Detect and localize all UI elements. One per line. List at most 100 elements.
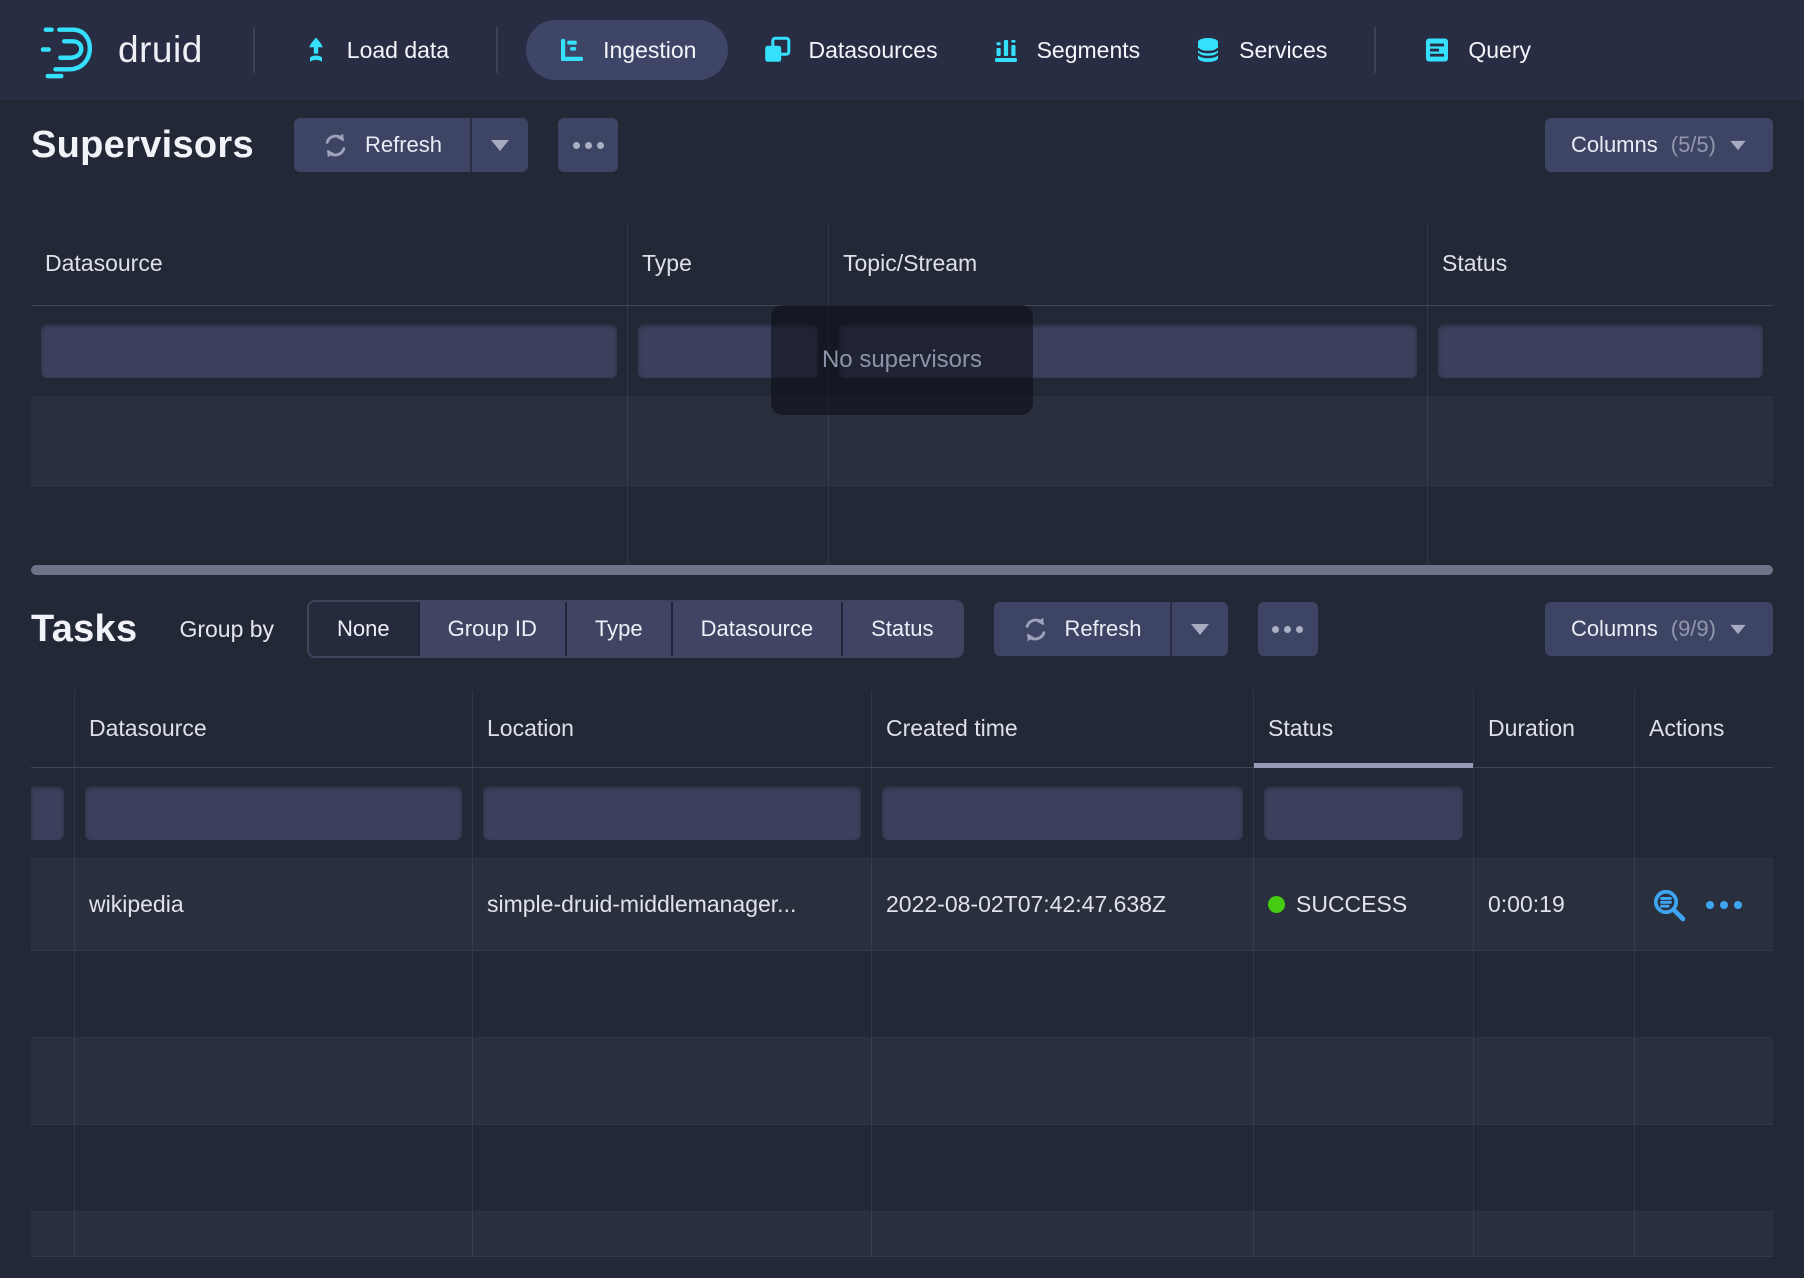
supervisors-refresh-button[interactable]: Refresh (294, 118, 470, 172)
status-cell: SUCCESS (1253, 859, 1473, 950)
nav-item-label: Query (1468, 37, 1531, 64)
tasks-table: Datasource Location Created time Status … (31, 690, 1773, 1257)
tasks-header-row: Datasource Location Created time Status … (31, 690, 1773, 768)
group-by-none-button[interactable]: None (309, 602, 418, 656)
filter-datasource-input[interactable] (85, 786, 462, 840)
supervisors-header-bar: Supervisors Refresh Columns (31, 116, 1773, 174)
refresh-icon (1022, 616, 1049, 643)
actions-cell (1634, 859, 1773, 950)
column-header-status[interactable]: Status (1253, 690, 1473, 767)
nav-item-ingestion[interactable]: Ingestion (526, 20, 728, 80)
filter-created-time-input[interactable] (882, 786, 1243, 840)
row-more-actions-icon[interactable] (1706, 901, 1742, 909)
nav-divider (1374, 27, 1376, 73)
supervisors-columns-button[interactable]: Columns (5/5) (1545, 118, 1773, 172)
location-cell: simple-druid-middlemanager... (472, 859, 871, 950)
column-header-created-time[interactable]: Created time (871, 690, 1253, 767)
datasources-icon (763, 36, 791, 64)
group-by-label: Group by (179, 616, 274, 643)
created-time-cell: 2022-08-02T07:42:47.638Z (871, 859, 1253, 950)
ingestion-icon (558, 36, 586, 64)
column-header-duration[interactable]: Duration (1473, 690, 1634, 767)
nav-item-label: Ingestion (603, 37, 696, 64)
columns-label: Columns (1571, 616, 1658, 642)
supervisors-more-button[interactable] (558, 118, 618, 172)
query-icon (1423, 36, 1451, 64)
refresh-label: Refresh (1065, 616, 1142, 642)
supervisors-refresh-caret-button[interactable] (470, 118, 528, 172)
duration-cell: 0:00:19 (1473, 859, 1634, 950)
chevron-down-icon (1730, 624, 1745, 633)
task-row-wikipedia: wikipedia simple-druid-middlemanager... … (31, 859, 1773, 951)
nav-item-datasources[interactable]: Datasources (736, 0, 964, 100)
table-row (31, 1125, 1773, 1212)
more-icon (1272, 626, 1303, 633)
group-by-type-button[interactable]: Type (567, 602, 671, 656)
tasks-refresh-split-button: Refresh (994, 602, 1228, 656)
load-data-icon (302, 36, 330, 64)
nav-item-label: Datasources (808, 37, 937, 64)
supervisors-refresh-split-button: Refresh (294, 118, 528, 172)
table-row (31, 486, 1773, 569)
nav-item-label: Load data (347, 37, 449, 64)
nav-divider (253, 27, 255, 73)
nav-divider (496, 27, 498, 73)
segments-icon (992, 36, 1020, 64)
logo-text: druid (118, 29, 203, 71)
column-header-type[interactable]: Type (627, 222, 828, 305)
table-row (31, 1212, 1773, 1257)
filter-clipped-input[interactable] (31, 786, 64, 840)
table-row (31, 951, 1773, 1038)
datasource-cell: wikipedia (74, 859, 472, 950)
view-details-icon[interactable] (1651, 887, 1687, 923)
tasks-header-bar: Tasks Group by None Group ID Type Dataso… (31, 600, 1773, 658)
refresh-icon (322, 132, 349, 159)
druid-console: druid Load data Ingestion (0, 0, 1804, 1278)
group-by-status-button[interactable]: Status (843, 602, 961, 656)
tasks-filter-row (31, 768, 1773, 859)
nav-item-query[interactable]: Query (1396, 0, 1558, 100)
column-header-actions[interactable]: Actions (1634, 690, 1773, 767)
columns-count: (9/9) (1671, 616, 1716, 642)
nav-item-services[interactable]: Services (1167, 0, 1354, 100)
supervisors-header-row: Datasource Type Topic/Stream Status (31, 222, 1773, 306)
top-nav: druid Load data Ingestion (0, 0, 1804, 100)
nav-item-segments[interactable]: Segments (965, 0, 1168, 100)
tasks-refresh-button[interactable]: Refresh (994, 602, 1170, 656)
tasks-title: Tasks (31, 608, 137, 651)
services-icon (1194, 36, 1222, 64)
no-supervisors-message: No supervisors (771, 305, 1033, 415)
tasks-columns-button[interactable]: Columns (9/9) (1545, 602, 1773, 656)
column-header-status[interactable]: Status (1427, 222, 1773, 305)
supervisors-table: Datasource Type Topic/Stream Status No s… (31, 222, 1773, 569)
supervisors-title: Supervisors (31, 124, 254, 167)
group-by-datasource-button[interactable]: Datasource (673, 602, 842, 656)
filter-datasource-input[interactable] (41, 324, 617, 378)
horizontal-scrollbar[interactable] (31, 565, 1773, 575)
column-header-topic-stream[interactable]: Topic/Stream (828, 222, 1427, 305)
columns-count: (5/5) (1671, 132, 1716, 158)
filter-status-input[interactable] (1264, 786, 1463, 840)
tasks-refresh-caret-button[interactable] (1170, 602, 1228, 656)
nav-item-load-data[interactable]: Load data (275, 0, 476, 100)
table-row (31, 1038, 1773, 1125)
status-text: SUCCESS (1296, 891, 1407, 918)
group-by-button-group: None Group ID Type Datasource Status (307, 600, 963, 658)
column-header-location[interactable]: Location (472, 690, 871, 767)
nav-item-label: Services (1239, 37, 1327, 64)
druid-logo-icon (38, 21, 102, 79)
column-header-datasource[interactable]: Datasource (74, 690, 472, 767)
druid-logo[interactable]: druid (38, 21, 203, 79)
more-icon (573, 142, 604, 149)
group-by-group-id-button[interactable]: Group ID (420, 602, 565, 656)
column-header-datasource[interactable]: Datasource (31, 222, 627, 305)
filter-status-input[interactable] (1438, 324, 1763, 378)
chevron-down-icon (491, 140, 509, 151)
row-spacer-cell (31, 859, 74, 950)
success-status-dot (1268, 896, 1285, 913)
filter-location-input[interactable] (483, 786, 861, 840)
nav-item-label: Segments (1037, 37, 1141, 64)
chevron-down-icon (1191, 624, 1209, 635)
tasks-more-button[interactable] (1258, 602, 1318, 656)
refresh-label: Refresh (365, 132, 442, 158)
